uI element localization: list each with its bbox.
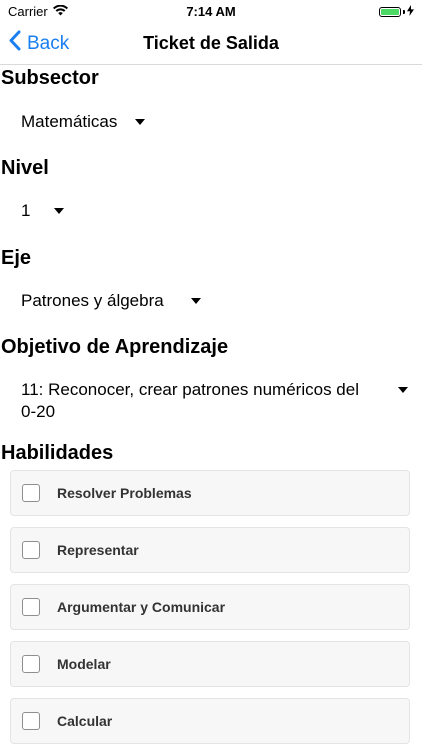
battery-fill bbox=[381, 8, 399, 15]
subsector-heading: Subsector bbox=[1, 67, 99, 89]
skill-label: Argumentar y Comunicar bbox=[57, 599, 226, 615]
battery-cap bbox=[403, 9, 405, 14]
page-title: Ticket de Salida bbox=[143, 33, 279, 53]
nivel-heading: Nivel bbox=[1, 157, 49, 179]
objetivo-heading: Objetivo de Aprendizaje bbox=[1, 336, 229, 358]
charging-bolt-icon bbox=[407, 4, 414, 19]
skill-label: Calcular bbox=[57, 713, 113, 729]
objetivo-picker[interactable]: 11: Reconocer, crear patrones numéricos … bbox=[21, 379, 412, 423]
skill-label: Modelar bbox=[57, 656, 111, 672]
habilidades-heading: Habilidades bbox=[1, 442, 114, 464]
skill-item-modelar[interactable]: Modelar bbox=[10, 641, 410, 687]
skill-item-representar[interactable]: Representar bbox=[10, 527, 410, 573]
checkbox[interactable] bbox=[22, 598, 40, 616]
subsector-value: Matemáticas bbox=[21, 112, 118, 131]
dropdown-caret-icon bbox=[190, 298, 201, 304]
dropdown-caret-icon bbox=[135, 119, 146, 125]
subsector-picker[interactable]: Matemáticas bbox=[21, 111, 412, 133]
status-right bbox=[379, 4, 414, 19]
checkbox[interactable] bbox=[22, 712, 40, 730]
skill-item-calcular[interactable]: Calcular bbox=[10, 698, 410, 744]
dropdown-caret-icon bbox=[398, 387, 408, 393]
nivel-picker[interactable]: 1 bbox=[21, 200, 412, 222]
checkbox[interactable] bbox=[22, 541, 40, 559]
checkbox[interactable] bbox=[22, 484, 40, 502]
eje-heading: Eje bbox=[1, 247, 32, 269]
skill-label: Resolver Problemas bbox=[57, 485, 192, 501]
battery-icon bbox=[379, 6, 401, 17]
status-bar: Carrier 7:14 AM bbox=[0, 0, 422, 22]
nivel-value: 1 bbox=[21, 201, 31, 220]
skill-label: Representar bbox=[57, 542, 139, 558]
objetivo-value: 11: Reconocer, crear patrones numéricos … bbox=[21, 380, 359, 421]
skill-item-argumentar-y-comunicar[interactable]: Argumentar y Comunicar bbox=[10, 584, 410, 630]
checkbox[interactable] bbox=[22, 655, 40, 673]
eje-value: Patrones y álgebra bbox=[21, 291, 164, 310]
eje-picker[interactable]: Patrones y álgebra bbox=[21, 290, 412, 312]
status-time: 7:14 AM bbox=[186, 4, 236, 19]
skill-item-resolver-problemas[interactable]: Resolver Problemas bbox=[10, 470, 410, 516]
dropdown-caret-icon bbox=[54, 208, 65, 214]
nav-bar: Back Ticket de Salida bbox=[0, 22, 422, 65]
